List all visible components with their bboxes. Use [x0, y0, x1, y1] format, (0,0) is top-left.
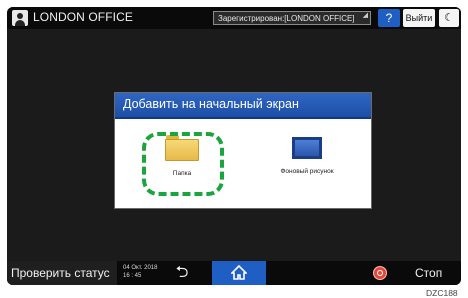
home-button[interactable] [212, 261, 266, 285]
stop-label[interactable]: Стоп [415, 266, 442, 280]
user-icon[interactable] [12, 10, 28, 26]
control-panel-screen: LONDON OFFICE Зарегистрирован:[LONDON OF… [7, 7, 461, 285]
help-button[interactable]: ? [378, 9, 400, 27]
resize-corner-icon: ◢ [362, 12, 368, 19]
date-time: 04 Окт. 2018 16 : 45 [123, 264, 157, 280]
home-icon [230, 264, 248, 280]
dialog-title: Добавить на начальный экран [123, 97, 299, 111]
option-wallpaper[interactable]: Фоновый рисунок [262, 127, 352, 201]
option-wallpaper-label: Фоновый рисунок [280, 168, 334, 175]
login-status-field[interactable]: Зарегистрирован:[LONDON OFFICE] ◢ [213, 11, 371, 25]
back-arrow-icon[interactable]: ⮌ [167, 263, 197, 283]
top-bar: LONDON OFFICE Зарегистрирован:[LONDON OF… [7, 7, 461, 29]
bottom-bar: Проверить статус 04 Окт. 2018 16 : 45 ⮌ … [7, 261, 461, 285]
figure-code: DZC188 [426, 288, 458, 298]
stop-icon[interactable] [373, 266, 387, 280]
login-status-text: Зарегистрирован:[LONDON OFFICE] [218, 14, 355, 23]
folder-highlight-outline [142, 132, 224, 196]
moon-icon[interactable]: ☾ [439, 9, 459, 27]
date-text: 04 Окт. 2018 [123, 265, 158, 271]
time-text: 16 : 45 [123, 273, 142, 279]
logout-button[interactable]: Выйти [403, 9, 435, 27]
dialog-header: Добавить на начальный экран [115, 93, 371, 119]
wallpaper-icon [292, 137, 322, 159]
office-title: LONDON OFFICE [33, 10, 133, 24]
check-status-button[interactable]: Проверить статус [7, 261, 117, 285]
